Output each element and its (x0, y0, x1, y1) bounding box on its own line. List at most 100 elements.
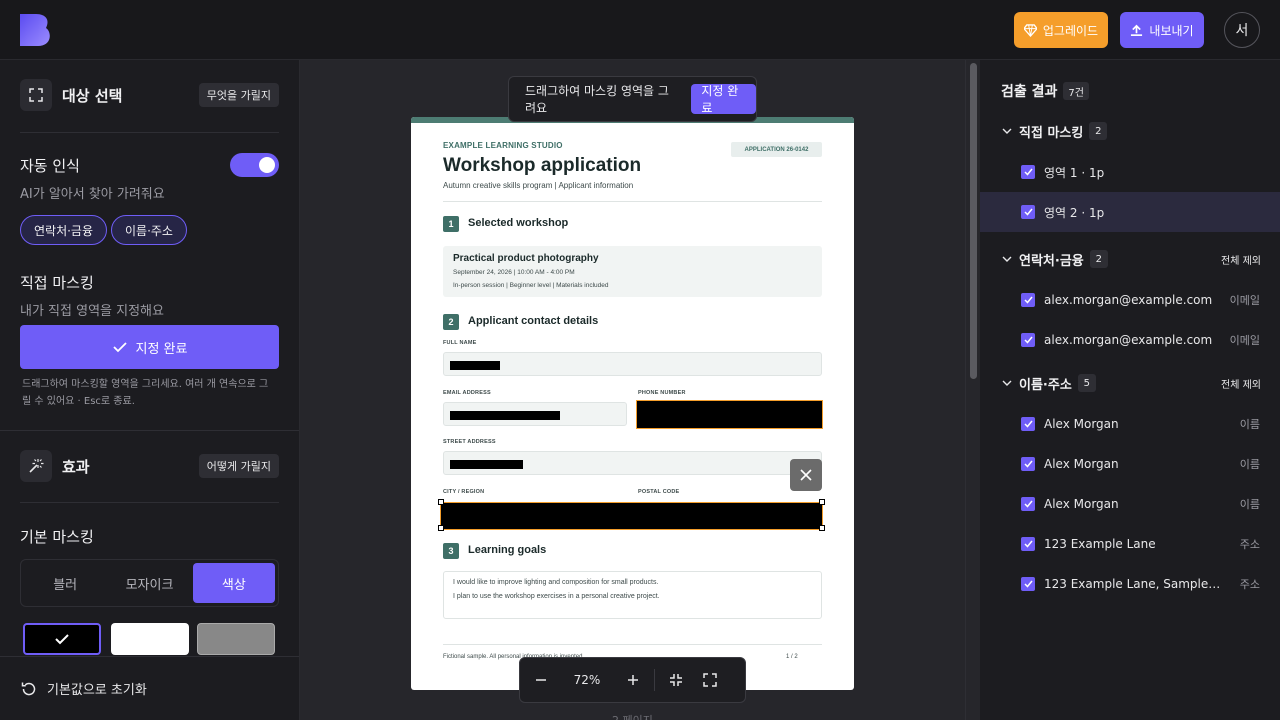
goals-box: I would like to improve lighting and com… (443, 571, 822, 619)
zoom-in-button[interactable] (616, 663, 650, 697)
section-title: Selected workshop (468, 217, 569, 229)
checkbox[interactable] (1021, 457, 1035, 471)
checkbox[interactable] (1021, 537, 1035, 551)
auto-detect-toggle[interactable] (230, 153, 279, 177)
checkbox[interactable] (1021, 497, 1035, 511)
target-help-chip[interactable]: 무엇을 가릴지 (198, 83, 279, 107)
check-icon (1023, 500, 1033, 508)
item-label: 영역 2 · 1p (1044, 205, 1105, 220)
resize-handle[interactable] (819, 499, 825, 505)
check-icon (1023, 540, 1033, 548)
workshop-details: In-person session | Beginner level | Mat… (453, 282, 609, 289)
check-icon (1023, 336, 1033, 344)
mask-region-1[interactable] (636, 400, 823, 429)
goal-line: I plan to use the workshop exercises in … (453, 593, 660, 600)
group-name: 직접 마스킹 (1019, 125, 1084, 141)
mode-blur[interactable]: 블러 (24, 563, 106, 603)
item-type-tag: 이메일 (1229, 334, 1260, 347)
check-icon (55, 634, 69, 645)
app-logo[interactable] (20, 14, 52, 46)
mode-color[interactable]: 색상 (192, 563, 275, 603)
left-panel: 대상 선택 무엇을 가릴지 자동 인식 AI가 알아서 찾아 가려줘요 연락처·… (0, 60, 300, 720)
exclude-all-button[interactable]: 전체 제외 (1221, 376, 1261, 391)
document-canvas[interactable]: EXAMPLE LEARNING STUDIO APPLICATION 26-0… (300, 60, 965, 720)
field-full-name (443, 352, 822, 376)
delete-mask-button[interactable] (790, 459, 822, 491)
fit-page-button[interactable] (659, 663, 693, 697)
divider (20, 502, 279, 503)
resize-handle[interactable] (819, 525, 825, 531)
mask-mode-selector: 블러 모자이크 색상 (20, 559, 279, 607)
workshop-box: Practical product photography September … (443, 246, 822, 297)
result-item-selected[interactable]: 영역 2 · 1p (980, 192, 1280, 232)
swatch-white[interactable] (111, 623, 189, 655)
item-label: 영역 1 · 1p (1044, 165, 1105, 180)
diamond-icon (1023, 23, 1037, 37)
zoom-level: 72% (573, 673, 601, 687)
collapse-icon (670, 674, 682, 686)
manual-mask-title: 직접 마스킹 (20, 274, 94, 292)
upgrade-button[interactable]: 업그레이드 (1014, 12, 1108, 48)
group-contact-header[interactable]: 연락처·금융 2 전체 제외 (1001, 244, 1261, 274)
checkbox[interactable] (1021, 293, 1035, 307)
manual-done-button[interactable]: 지정 완료 (20, 325, 279, 369)
upload-icon (1131, 24, 1143, 36)
item-type-tag: 이메일 (1229, 294, 1260, 307)
group-name-address-header[interactable]: 이름·주소 5 전체 제외 (1001, 368, 1261, 398)
group-name: 연락처·금융 (1019, 253, 1084, 269)
group-name: 이름·주소 (1019, 377, 1072, 393)
item-label: 123 Example Lane (1044, 537, 1156, 551)
resize-handle[interactable] (438, 499, 444, 505)
reset-defaults-button[interactable]: 기본값으로 초기화 (0, 656, 299, 720)
user-avatar[interactable]: 서 (1224, 12, 1260, 48)
target-section-header: 대상 선택 무엇을 가릴지 (20, 78, 279, 112)
chip-name-address[interactable]: 이름·주소 (111, 215, 187, 245)
result-item[interactable]: alex.morgan@example.com 이메일 (980, 320, 1280, 360)
item-type-tag: 주소 (1239, 538, 1260, 551)
zoom-out-button[interactable] (524, 663, 558, 697)
reset-label: 기본값으로 초기화 (47, 683, 147, 698)
chip-contact-finance[interactable]: 연락처·금융 (20, 215, 108, 245)
swatch-gray[interactable] (197, 623, 275, 655)
checkbox[interactable] (1021, 577, 1035, 591)
section-number: 2 (443, 314, 459, 330)
fullscreen-button[interactable] (693, 663, 727, 697)
document-page[interactable]: EXAMPLE LEARNING STUDIO APPLICATION 26-0… (411, 117, 854, 690)
group-manual-header[interactable]: 직접 마스킹 2 (1001, 116, 1261, 146)
mode-mosaic[interactable]: 모자이크 (108, 563, 190, 603)
settings-scroll-area[interactable]: 대상 선택 무엇을 가릴지 자동 인식 AI가 알아서 찾아 가려줘요 연락처·… (0, 60, 299, 656)
resize-handle[interactable] (438, 525, 444, 531)
top-bar: 업그레이드 내보내기 서 (0, 0, 1280, 60)
effect-section-title: 효과 (62, 457, 90, 476)
checkbox[interactable] (1021, 165, 1035, 179)
mask-toolbar-done-button[interactable]: 지정 완료 (691, 84, 756, 115)
checkbox[interactable] (1021, 333, 1035, 347)
section-number: 3 (443, 543, 459, 559)
swatch-black[interactable] (23, 623, 101, 655)
export-button[interactable]: 내보내기 (1120, 12, 1204, 48)
result-item[interactable]: Alex Morgan 이름 (980, 484, 1280, 524)
close-icon (800, 469, 812, 481)
result-item[interactable]: alex.morgan@example.com 이메일 (980, 280, 1280, 320)
group-count: 2 (1089, 250, 1108, 268)
check-icon (1023, 580, 1033, 588)
result-item[interactable]: Alex Morgan 이름 (980, 444, 1280, 484)
scrollbar-thumb[interactable] (970, 63, 977, 379)
result-item[interactable]: 영역 1 · 1p (980, 152, 1280, 192)
check-icon (1023, 168, 1033, 176)
result-item[interactable]: 123 Example Lane 주소 (980, 524, 1280, 564)
item-label: Alex Morgan (1044, 497, 1119, 511)
checkbox[interactable] (1021, 417, 1035, 431)
effect-help-chip[interactable]: 어떻게 가릴지 (198, 454, 279, 478)
checkbox[interactable] (1021, 205, 1035, 219)
item-type-tag: 주소 (1239, 578, 1260, 591)
result-item[interactable]: Alex Morgan 이름 (980, 404, 1280, 444)
check-icon (1023, 296, 1033, 304)
label-phone: PHONE NUMBER (638, 390, 686, 396)
redacted-street (450, 460, 523, 469)
result-item[interactable]: 123 Example Lane, Sample City, E... 주소 (980, 564, 1280, 604)
exclude-all-button[interactable]: 전체 제외 (1221, 252, 1261, 267)
canvas-scrollbar[interactable] (965, 60, 980, 720)
label-email: EMAIL ADDRESS (443, 390, 491, 396)
mask-region-2[interactable] (440, 502, 823, 530)
